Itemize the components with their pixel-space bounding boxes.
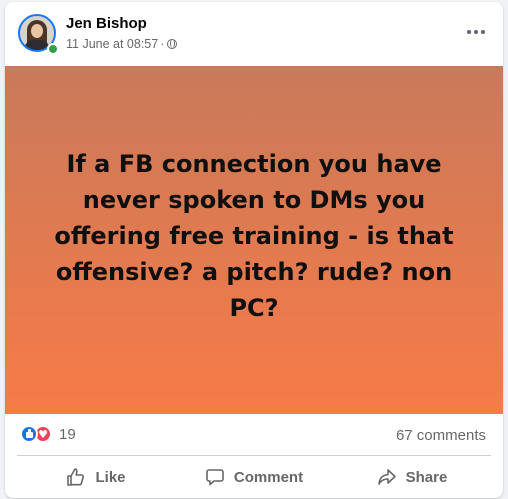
divider <box>17 455 491 456</box>
action-bar: Like Comment Share <box>17 458 491 496</box>
comment-icon <box>205 467 225 487</box>
post-meta: 11 June at 08:57 · <box>66 37 178 51</box>
post-timestamp[interactable]: 11 June at 08:57 <box>66 37 158 51</box>
share-icon <box>377 467 397 487</box>
thumbs-up-icon <box>66 467 86 487</box>
avatar-face <box>31 24 43 38</box>
author-name[interactable]: Jen Bishop <box>66 15 147 32</box>
more-dot <box>474 30 478 34</box>
comments-count[interactable]: 67 comments <box>396 427 486 444</box>
share-button[interactable]: Share <box>333 458 491 496</box>
reactions-summary[interactable]: 19 <box>20 425 76 443</box>
more-horizontal-icon <box>467 30 471 34</box>
meta-separator: · <box>160 37 165 51</box>
more-dot <box>481 30 485 34</box>
post-card: Jen Bishop 11 June at 08:57 · If a FB co… <box>5 2 503 498</box>
share-label: Share <box>405 468 448 486</box>
like-label: Like <box>95 468 126 486</box>
globe-icon[interactable] <box>167 39 178 49</box>
online-status-badge <box>47 43 59 55</box>
like-button[interactable]: Like <box>17 458 175 496</box>
avatar-shirt <box>24 40 50 50</box>
post-header: Jen Bishop 11 June at 08:57 · <box>5 2 503 66</box>
comment-button[interactable]: Comment <box>175 458 333 496</box>
post-text: If a FB connection you have never spoken… <box>54 150 454 322</box>
comment-label: Comment <box>233 468 304 486</box>
like-reaction-icon <box>20 425 38 443</box>
reaction-count: 19 <box>59 425 76 443</box>
more-options-button[interactable] <box>463 22 489 42</box>
post-background: If a FB connection you have never spoken… <box>5 66 503 414</box>
